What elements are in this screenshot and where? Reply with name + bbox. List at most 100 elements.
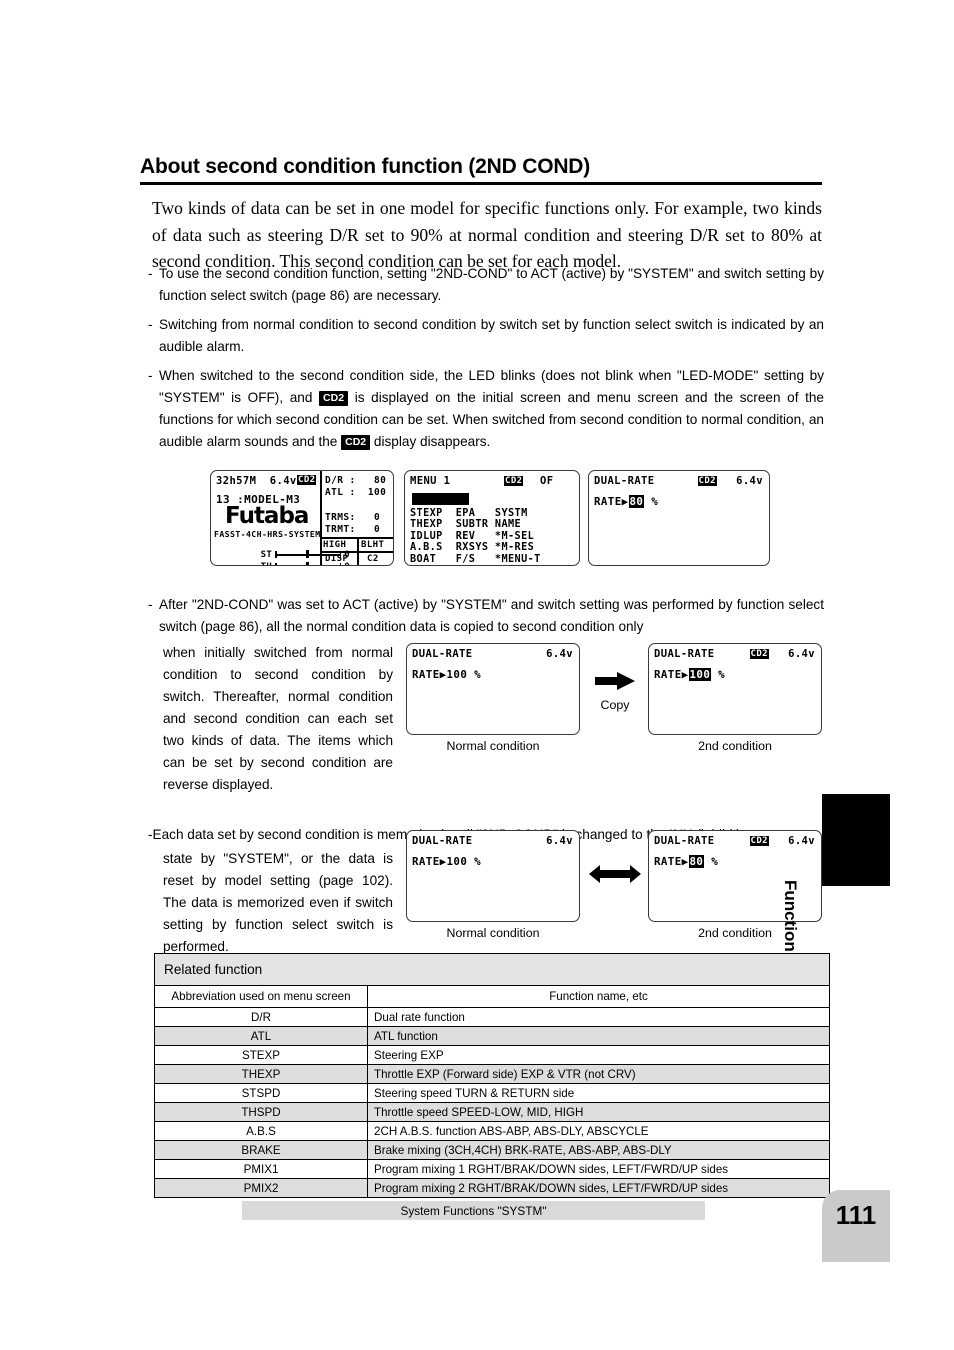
rate-unit: % bbox=[474, 668, 482, 681]
lcd-rate-row[interactable]: RATE▶100 % bbox=[654, 668, 725, 681]
lcd-button-c2[interactable]: C2 bbox=[367, 554, 379, 564]
cd2-badge-icon: CD2 bbox=[319, 390, 349, 407]
lcd-cd2-badge-icon: CD2 bbox=[749, 836, 769, 846]
rate-label: RATE bbox=[654, 668, 682, 681]
table-row: D/R Dual rate function bbox=[154, 1007, 830, 1027]
rate-value[interactable]: 100 bbox=[447, 855, 468, 868]
lcd-menu-right-label: OF bbox=[540, 475, 554, 487]
after-paragraph-block: - After "2ND-COND" was set to ACT (activ… bbox=[148, 594, 824, 638]
lcd-button-disp[interactable]: DISP bbox=[325, 554, 348, 564]
bullet-dash: - bbox=[148, 266, 153, 281]
rate-unit: % bbox=[711, 855, 719, 868]
lcd-initial-screen: 32h57M 6.4v CD2 13 :MODEL-M3 Futaba FASS… bbox=[210, 470, 394, 566]
table-row: THSPD Throttle speed SPEED-LOW, MID, HIGH bbox=[154, 1102, 830, 1122]
table-cell-abbreviation: STEXP bbox=[154, 1045, 368, 1065]
table-row: STSPD Steering speed TURN & RETURN side bbox=[154, 1083, 830, 1103]
bullet-item: - Switching from normal condition to seco… bbox=[148, 314, 824, 358]
bullet-text: Switching from normal condition to secon… bbox=[159, 317, 824, 355]
table-cell-abbreviation: PMIX2 bbox=[154, 1178, 368, 1198]
lcd-trms-row: TRMS: 0 bbox=[325, 512, 381, 523]
rate-value[interactable]: 100 bbox=[688, 668, 712, 681]
bullet-item: - When switched to the second condition s… bbox=[148, 365, 824, 453]
rate-value[interactable]: 100 bbox=[447, 668, 468, 681]
footer-banner: System Functions "SYSTM" bbox=[242, 1201, 705, 1220]
copy-label: Copy bbox=[600, 698, 630, 712]
rate-pointer-icon: ▶ bbox=[621, 495, 629, 508]
title-rule bbox=[140, 182, 822, 185]
rate-pointer-icon: ▶ bbox=[439, 855, 447, 868]
table-cell-function: Steering EXP bbox=[367, 1045, 830, 1065]
table-cell-abbreviation: A.B.S bbox=[154, 1121, 368, 1141]
lcd-system-string: FASST-4CH-HRS-SYSTEM bbox=[214, 529, 321, 539]
after-paragraph-text: After "2ND-COND" was set to ACT (active)… bbox=[159, 597, 824, 635]
bullet-dash: - bbox=[148, 317, 153, 333]
related-function-table: Related function Abbreviation used on men… bbox=[154, 953, 830, 1198]
table-title: Related function bbox=[154, 953, 830, 986]
lcd-normal-condition-toggle: DUAL-RATE 6.4v RATE▶100 % bbox=[406, 830, 580, 922]
lcd-button-blht[interactable]: BLHT bbox=[361, 540, 384, 550]
table-cell-abbreviation: D/R bbox=[154, 1007, 368, 1027]
lcd-menu-selection-bar[interactable] bbox=[412, 493, 469, 505]
table-cell-function: Dual rate function bbox=[367, 1007, 830, 1027]
arrow-right-icon bbox=[595, 672, 635, 690]
lcd-dualrate-cd2-badge-icon: CD2 bbox=[697, 476, 717, 486]
lcd-menu-screen: MENU 1 CD2 OF STEXP EPA SYSTM THEXP SUBT… bbox=[404, 470, 580, 566]
bullet-text: To use the second condition function, se… bbox=[159, 266, 824, 304]
lcd-atl-row: ATL : 100 bbox=[325, 487, 387, 498]
lcd-menu-grid[interactable]: STEXP EPA SYSTM THEXP SUBTR NAME IDLUP R… bbox=[410, 508, 541, 565]
table-row: PMIX2 Program mixing 2 RGHT/BRAK/DOWN sid… bbox=[154, 1178, 830, 1198]
rate-value[interactable]: 80 bbox=[688, 855, 705, 868]
lcd-rate-row[interactable]: RATE▶80 % bbox=[654, 855, 718, 868]
lcd-voltage: 6.4v bbox=[546, 835, 573, 847]
table-cell-function: Brake mixing (3CH,4CH) BRK-RATE, ABS-ABP… bbox=[367, 1140, 830, 1160]
rate-value[interactable]: 80 bbox=[628, 495, 645, 508]
table-header-cell: Abbreviation used on menu screen bbox=[154, 985, 368, 1008]
caption-normal-condition: Normal condition bbox=[446, 926, 540, 940]
table-cell-function: Program mixing 1 RGHT/BRAK/DOWN sides, L… bbox=[367, 1159, 830, 1179]
futaba-logo: Futaba bbox=[225, 503, 309, 529]
bullet-text: When switched to the second condition si… bbox=[159, 368, 824, 451]
lcd-rate-row[interactable]: RATE▶100 % bbox=[412, 668, 481, 681]
copy-arrow-group: Copy bbox=[586, 671, 644, 712]
table-cell-abbreviation: PMIX1 bbox=[154, 1159, 368, 1179]
lcd-rate-row[interactable]: RATE▶100 % bbox=[412, 855, 481, 868]
rate-label: RATE bbox=[412, 668, 440, 681]
lcd-dualrate-screen: DUAL-RATE CD2 6.4v RATE▶80 % bbox=[588, 470, 770, 566]
table-cell-abbreviation: BRAKE bbox=[154, 1140, 368, 1160]
rate-label: RATE bbox=[654, 855, 682, 868]
lcd-button-high[interactable]: HIGH bbox=[323, 540, 346, 550]
page-title: About second condition function (2ND CON… bbox=[140, 155, 591, 178]
table-row: BRAKE Brake mixing (3CH,4CH) BRK-RATE, AB… bbox=[154, 1140, 830, 1160]
arrow-left-right-icon bbox=[589, 865, 641, 883]
rate-pointer-icon: ▶ bbox=[681, 855, 689, 868]
lcd-th-label: TH bbox=[261, 562, 273, 565]
lcd-dualrate-rate-row[interactable]: RATE▶80 % bbox=[594, 495, 658, 508]
lcd-voltage: 6.4v bbox=[788, 648, 815, 660]
table-row: ATL ATL function bbox=[154, 1026, 830, 1046]
table-header-row: Abbreviation used on menu screen Function… bbox=[154, 985, 830, 1008]
table-row: PMIX1 Program mixing 1 RGHT/BRAK/DOWN sid… bbox=[154, 1159, 830, 1179]
rate-label: RATE bbox=[594, 495, 622, 508]
table-cell-abbreviation: ATL bbox=[154, 1026, 368, 1046]
rate-unit: % bbox=[718, 668, 726, 681]
lcd-voltage: 6.4v bbox=[546, 648, 573, 660]
lcd-title: DUAL-RATE bbox=[412, 648, 473, 660]
table-cell-function: ATL function bbox=[367, 1026, 830, 1046]
table-cell-abbreviation: THSPD bbox=[154, 1102, 368, 1122]
table-cell-function: Program mixing 2 RGHT/BRAK/DOWN sides, L… bbox=[367, 1178, 830, 1198]
side-tab-label: Function bbox=[781, 880, 800, 952]
page-number: 111 bbox=[822, 1190, 890, 1262]
rate-label: RATE bbox=[412, 855, 440, 868]
lcd-normal-condition-copy: DUAL-RATE 6.4v RATE▶100 % bbox=[406, 643, 580, 735]
bullet-dash: - bbox=[148, 368, 153, 384]
lcd-dualrate-voltage: 6.4v bbox=[736, 475, 763, 487]
document-page: About second condition function (2ND CON… bbox=[0, 0, 954, 1350]
table-row: A.B.S 2CH A.B.S. function ABS-ABP, ABS-DL… bbox=[154, 1121, 830, 1141]
lcd-trmt-row: TRMT: 0 bbox=[325, 524, 381, 535]
table-row: STEXP Steering EXP bbox=[154, 1045, 830, 1065]
lcd-divider-v2 bbox=[357, 537, 359, 565]
lcd-cd2-badge-icon: CD2 bbox=[297, 475, 317, 485]
table-row: THEXP Throttle EXP (Forward side) EXP & V… bbox=[154, 1064, 830, 1084]
rate-unit: % bbox=[474, 855, 482, 868]
table-title-row: Related function bbox=[154, 953, 830, 986]
